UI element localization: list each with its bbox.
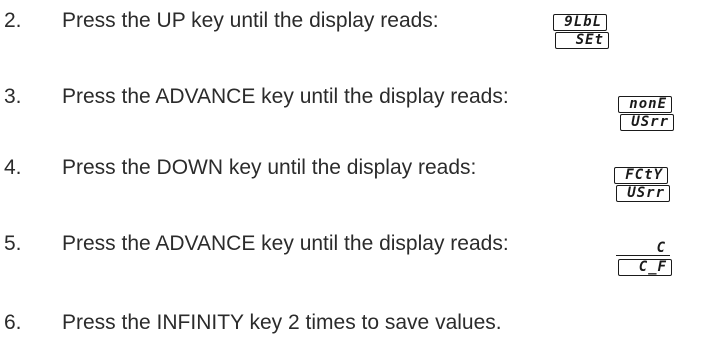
step-instruction: Press the DOWN key until the display rea… xyxy=(62,156,477,179)
display-bottom-line: USrr xyxy=(620,114,674,131)
display-bottom-line: C_F xyxy=(618,259,672,276)
step-instruction: Press the ADVANCE key until the display … xyxy=(62,85,509,108)
step-instruction: Press the ADVANCE key until the display … xyxy=(62,232,509,255)
step-number: 5. xyxy=(4,232,22,255)
display-top-line: 9LbL xyxy=(553,14,607,31)
step-instruction: Press the UP key until the display reads… xyxy=(62,9,439,32)
display-bottom-line: USrr xyxy=(616,185,670,202)
step-number: 2. xyxy=(4,9,22,32)
step-number: 3. xyxy=(4,85,22,108)
display-bottom-line: SEt xyxy=(555,32,609,49)
step-instruction: Press the INFINITY key 2 times to save v… xyxy=(62,311,502,334)
display-top-line: nonE xyxy=(618,96,672,113)
step-number: 4. xyxy=(4,156,22,179)
display-top-line: C xyxy=(616,241,670,256)
step-number: 6. xyxy=(4,311,22,334)
display-top-line: FCtY xyxy=(614,167,668,184)
